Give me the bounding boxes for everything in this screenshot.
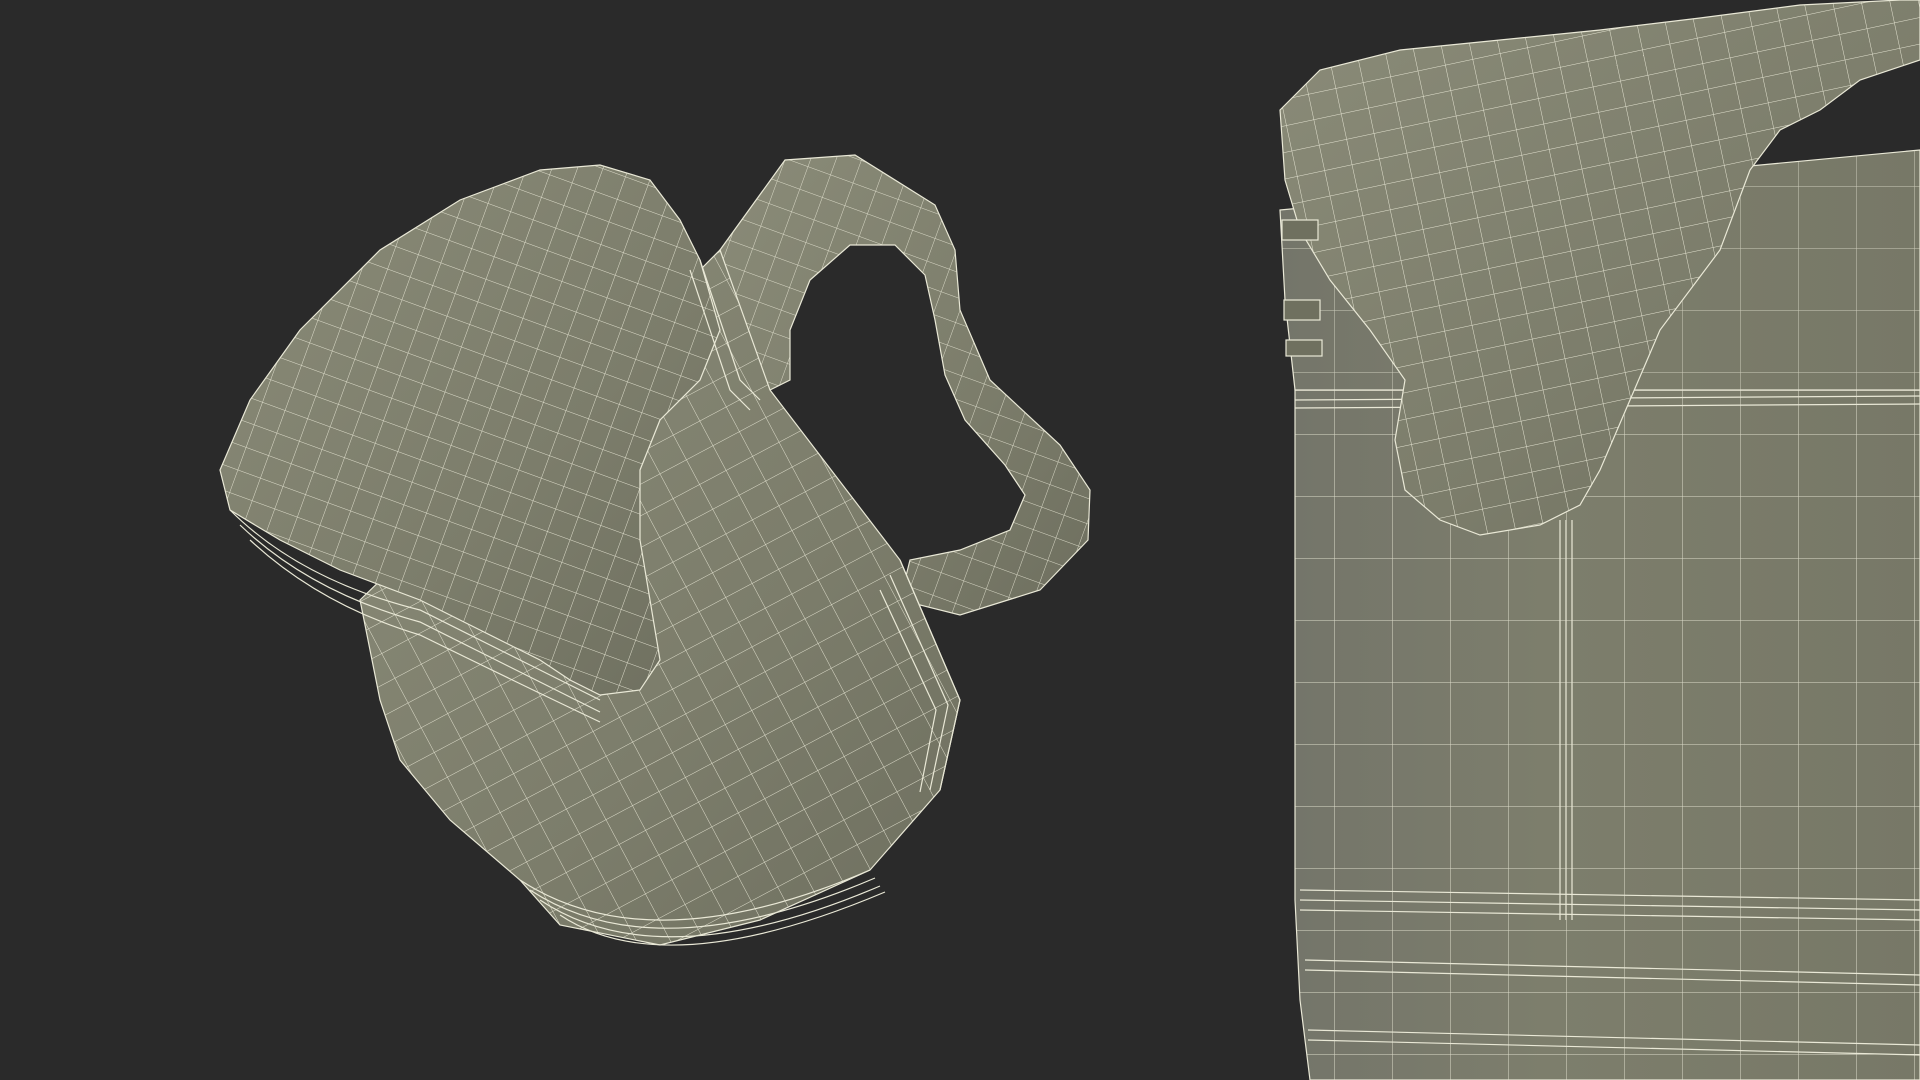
pitcher-right-closeup (1279, 0, 1920, 1080)
pitcher-right-notch (1285, 339, 1323, 357)
render-viewport (0, 0, 1920, 1080)
pitcher-right-notch (1283, 299, 1321, 321)
pitcher-right-notch (1281, 219, 1319, 241)
wireframe-render (0, 0, 1920, 1080)
